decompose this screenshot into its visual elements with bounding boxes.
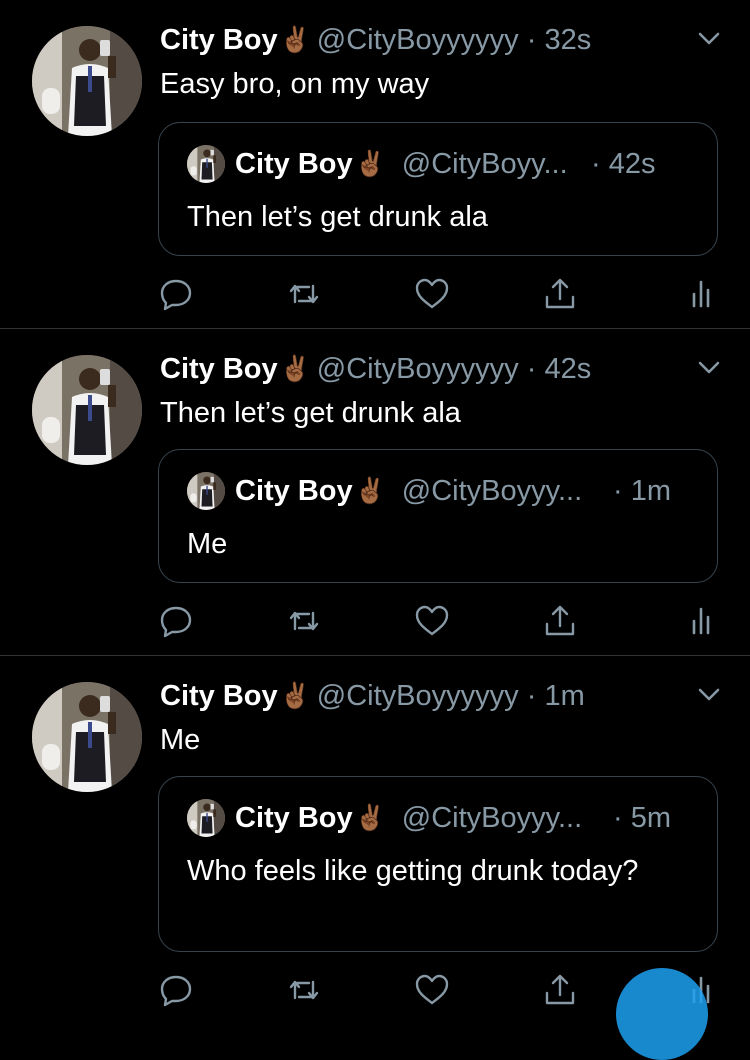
tweet[interactable]: City Boy✌🏾 @CityBoyyyyyy · 1m Me City Boy… (0, 656, 750, 1060)
retweet-icon[interactable] (286, 972, 322, 1008)
timestamp[interactable]: 32s (544, 24, 591, 56)
chevron-down-icon[interactable] (698, 32, 720, 46)
share-icon[interactable] (542, 276, 578, 312)
avatar (187, 799, 225, 837)
quoted-tweet[interactable]: City Boy ✌🏾 @CityBoyyy... · 1m Me (158, 449, 718, 583)
compose-tweet-button[interactable] (616, 968, 708, 1060)
quoted-tweet-header: City Boy ✌🏾 @CityBoyy... (187, 145, 568, 183)
display-name: City Boy (235, 148, 353, 180)
display-name[interactable]: City Boy (160, 24, 278, 56)
tweet[interactable]: City Boy✌🏾 @CityBoyyyyyy · 42s Then let’s… (0, 329, 750, 656)
user-handle: @CityBoyyy... (401, 475, 583, 507)
avatar (187, 472, 225, 510)
user-handle[interactable]: @CityBoyyyyyy (317, 24, 519, 56)
timestamp: · 5m (613, 802, 671, 834)
share-icon[interactable] (542, 603, 578, 639)
victory-hand-emoji: ✌🏾 (354, 804, 386, 832)
separator-dot: · (526, 353, 537, 385)
user-handle[interactable]: @CityBoyyyyyy (317, 353, 519, 385)
user-handle: @CityBoyyy... (401, 802, 583, 834)
tweet-text: Then let’s get drunk ala (160, 397, 461, 429)
like-icon[interactable] (414, 972, 450, 1008)
quoted-tweet-text: Me (187, 528, 228, 560)
display-name: City Boy (235, 475, 353, 507)
like-icon[interactable] (414, 276, 450, 312)
share-icon[interactable] (542, 972, 578, 1008)
victory-hand-emoji: ✌🏾 (354, 477, 386, 505)
tweet-header: City Boy✌🏾 @CityBoyyyyyy · 42s (160, 351, 591, 387)
victory-hand-emoji: ✌🏾 (279, 355, 311, 383)
timestamp: · 1m (613, 475, 671, 507)
separator-dot: · (526, 24, 537, 56)
retweet-icon[interactable] (286, 276, 322, 312)
quoted-tweet-text: Who feels like getting drunk today? (187, 855, 639, 887)
user-handle: @CityBoyy... (401, 148, 568, 180)
avatar[interactable] (32, 682, 142, 792)
avatar (187, 145, 225, 183)
user-handle[interactable]: @CityBoyyyyyy (317, 680, 519, 712)
avatar[interactable] (32, 26, 142, 136)
tweet-text: Me (160, 724, 201, 756)
reply-icon[interactable] (158, 603, 194, 639)
victory-hand-emoji: ✌🏾 (279, 682, 311, 710)
tweet-text: Easy bro, on my way (160, 68, 430, 100)
tweet-header: City Boy✌🏾 @CityBoyyyyyy · 1m (160, 678, 585, 714)
chevron-down-icon[interactable] (698, 688, 720, 702)
reply-icon[interactable] (158, 276, 194, 312)
separator-dot: · (526, 680, 537, 712)
victory-hand-emoji: ✌🏾 (354, 150, 386, 178)
display-name[interactable]: City Boy (160, 680, 278, 712)
quoted-tweet[interactable]: City Boy ✌🏾 @CityBoyy... · 42s Then let’s … (158, 122, 718, 256)
analytics-icon[interactable] (686, 276, 722, 312)
tweet-header: City Boy✌🏾 @CityBoyyyyyy · 32s (160, 22, 591, 58)
quoted-tweet-text: Then let’s get drunk ala (187, 201, 488, 233)
victory-hand-emoji: ✌🏾 (279, 26, 311, 54)
retweet-icon[interactable] (286, 603, 322, 639)
tweet-actions (0, 276, 750, 316)
timestamp[interactable]: 42s (544, 353, 591, 385)
avatar[interactable] (32, 355, 142, 465)
quoted-tweet-header: City Boy ✌🏾 @CityBoyyy... (187, 472, 582, 510)
chevron-down-icon[interactable] (698, 361, 720, 375)
reply-icon[interactable] (158, 972, 194, 1008)
analytics-icon[interactable] (686, 603, 722, 639)
quoted-tweet-header: City Boy ✌🏾 @CityBoyyy... (187, 799, 582, 837)
display-name[interactable]: City Boy (160, 353, 278, 385)
quoted-tweet[interactable]: City Boy ✌🏾 @CityBoyyy... · 5m Who feels l… (158, 776, 718, 952)
tweet-actions (0, 603, 750, 643)
timestamp: · 42s (591, 148, 656, 180)
like-icon[interactable] (414, 603, 450, 639)
tweet[interactable]: City Boy✌🏾 @CityBoyyyyyy · 32s Easy bro, … (0, 0, 750, 329)
display-name: City Boy (235, 802, 353, 834)
timestamp[interactable]: 1m (544, 680, 584, 712)
